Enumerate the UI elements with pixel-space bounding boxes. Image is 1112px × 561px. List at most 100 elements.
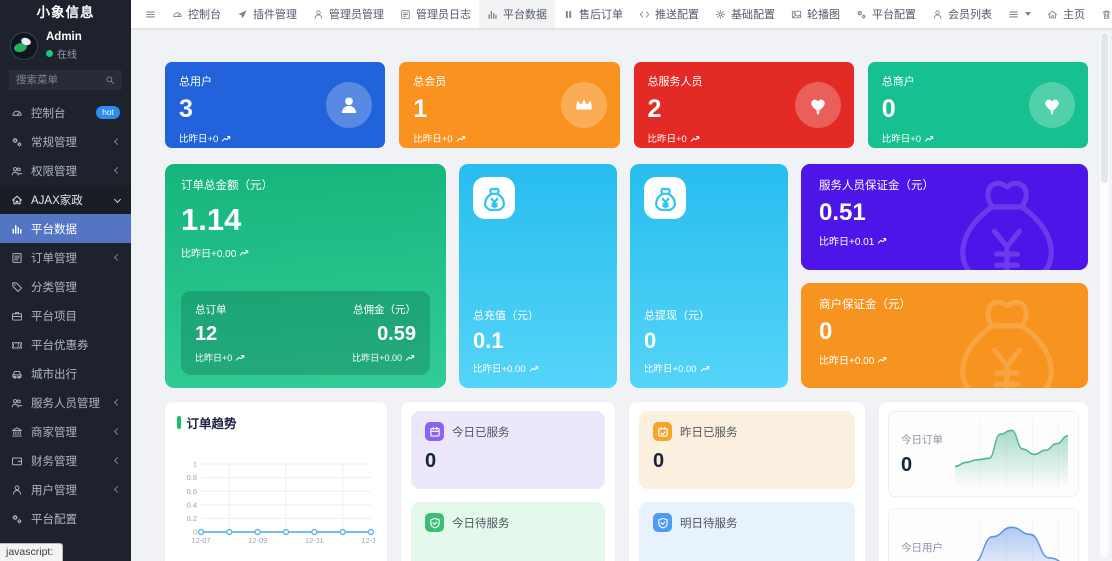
sub-label: 总佣金（元） <box>352 302 416 317</box>
nav-item-推送配置[interactable]: 推送配置 <box>631 0 707 28</box>
shield-icon <box>653 513 672 532</box>
sidebar-item-城市出行[interactable]: 城市出行 <box>0 359 131 388</box>
money-bag-icon <box>644 177 686 219</box>
sidebar-item-label: 分类管理 <box>31 279 120 295</box>
nav-more-dropdown[interactable] <box>1000 0 1039 28</box>
nav-item-管理员日志[interactable]: 管理员日志 <box>392 0 479 28</box>
nav-item-基础配置[interactable]: 基础配置 <box>707 0 783 28</box>
gauge-icon <box>172 9 183 20</box>
svg-text:12-07: 12-07 <box>191 536 210 545</box>
sidebar-item-平台数据[interactable]: 平台数据 <box>0 214 131 243</box>
today-users-panel[interactable]: 今日用户 <box>888 508 1079 561</box>
chevron-left-icon <box>114 486 121 493</box>
sidebar-item-label: 服务人员管理 <box>31 395 115 411</box>
shield-icon <box>425 513 444 532</box>
money-bag-icon <box>473 177 515 219</box>
sidebar-item-平台配置[interactable]: 平台配置 <box>0 504 131 533</box>
withdraw-card[interactable]: 总提现（元） 0 比昨日+0.00 <box>630 164 788 388</box>
stat-card-总用户[interactable]: 总用户3比昨日+0 <box>165 62 385 148</box>
menu-icon <box>1008 9 1019 20</box>
stat-card-总商户[interactable]: 总商户0比昨日+0 <box>868 62 1088 148</box>
card-trend: 比昨日+0.00 <box>181 245 236 260</box>
sidebar-item-权限管理[interactable]: 权限管理 <box>0 156 131 185</box>
users-icon <box>11 165 24 177</box>
card-label: 商户保证金（元） <box>819 296 1070 312</box>
service-panel-今日已服务[interactable]: 今日已服务0 <box>411 411 605 489</box>
nav-clear-cache[interactable]: 清除缓存 <box>1093 0 1112 28</box>
chart-title: 订单趋势 <box>187 413 237 432</box>
nav-item-label: 售后订单 <box>579 6 623 22</box>
user-profile[interactable]: Admin 在线 <box>0 26 131 68</box>
calendar-icon <box>425 422 444 441</box>
sidebar-item-服务人员管理[interactable]: 服务人员管理 <box>0 388 131 417</box>
nav-item-label: 会员列表 <box>948 6 992 22</box>
merchant-deposit-card[interactable]: 商户保证金（元） 0 比昨日+0.00 <box>801 283 1088 389</box>
service-panel-昨日已服务[interactable]: 昨日已服务0 <box>639 411 855 489</box>
trend-up-icon <box>877 355 888 364</box>
nav-item-售后订单[interactable]: 售后订单 <box>555 0 631 28</box>
gauge-icon <box>11 107 24 119</box>
nav-item-label: 插件管理 <box>253 6 297 22</box>
sidebar-item-平台项目[interactable]: 平台项目 <box>0 301 131 330</box>
service-panel-今日待服务[interactable]: 今日待服务 <box>411 502 605 561</box>
search-input[interactable] <box>16 74 105 86</box>
nav-item-平台配置[interactable]: 平台配置 <box>848 0 924 28</box>
nav-item-label: 主页 <box>1063 6 1085 22</box>
nav-item-控制台[interactable]: 控制台 <box>164 0 229 28</box>
sidebar-item-订单管理[interactable]: 订单管理 <box>0 243 131 272</box>
recharge-card[interactable]: 总充值（元） 0.1 比昨日+0.00 <box>459 164 617 388</box>
sub-value: 12 <box>195 323 246 346</box>
calcheck-icon <box>653 422 672 441</box>
sidebar-item-label: 权限管理 <box>31 163 115 179</box>
order-total-card[interactable]: 订单总金额（元） 1.14 比昨日+0.00 总订单 12 比昨日+0 总佣金（… <box>165 164 446 388</box>
sidebar-item-商家管理[interactable]: 商家管理 <box>0 417 131 446</box>
sidebar: 小象信息 Admin 在线 控制台hot常规管理权限管理AJAX家政平台数据订单… <box>0 0 131 561</box>
wallet-icon <box>11 455 24 467</box>
order-trend-card: 订单趋势 00.20.40.60.8112-0712-0912-1112-13 <box>165 402 387 561</box>
sidebar-item-label: 商家管理 <box>31 424 115 440</box>
sidebar-item-label: 用户管理 <box>31 482 115 498</box>
sidebar-item-AJAX家政[interactable]: AJAX家政 <box>0 185 131 214</box>
scrollbar[interactable] <box>1100 31 1109 558</box>
person-icon <box>326 82 372 128</box>
stat-trend: 比昨日+0 <box>882 131 921 145</box>
stat-card-总会员[interactable]: 总会员1比昨日+0 <box>399 62 619 148</box>
sidebar-item-财务管理[interactable]: 财务管理 <box>0 446 131 475</box>
trend-up-icon <box>700 364 711 373</box>
trash-icon <box>1101 9 1112 20</box>
home-icon <box>1047 9 1058 20</box>
nav-item-平台数据[interactable]: 平台数据 <box>479 0 555 28</box>
today-orders-panel[interactable]: 今日订单 0 <box>888 411 1079 497</box>
sidebar-toggle-button[interactable] <box>137 0 164 28</box>
service-label: 今日待服务 <box>452 515 510 531</box>
nav-home[interactable]: 主页 <box>1039 0 1093 28</box>
chevron-down-icon <box>114 196 121 203</box>
card-title: 订单总金额（元） <box>181 177 430 193</box>
nav-item-管理员管理[interactable]: 管理员管理 <box>305 0 392 28</box>
caret-down-icon <box>1025 12 1031 16</box>
nav-item-会员列表[interactable]: 会员列表 <box>924 0 1000 28</box>
service-panel-明日待服务[interactable]: 明日待服务 <box>639 502 855 561</box>
dashboard-content: 总用户3比昨日+0总会员1比昨日+0总服务人员2比昨日+0总商户0比昨日+0 订… <box>131 28 1112 561</box>
nav-item-轮播图[interactable]: 轮播图 <box>783 0 848 28</box>
sidebar-item-控制台[interactable]: 控制台hot <box>0 98 131 127</box>
stat-card-总服务人员[interactable]: 总服务人员2比昨日+0 <box>634 62 854 148</box>
heart-icon <box>795 82 841 128</box>
tags-icon <box>11 281 24 293</box>
sidebar-item-平台优惠券[interactable]: 平台优惠券 <box>0 330 131 359</box>
sidebar-item-常规管理[interactable]: 常规管理 <box>0 127 131 156</box>
stat-trend: 比昨日+0 <box>648 131 687 145</box>
svg-text:0.2: 0.2 <box>187 514 197 523</box>
trend-up-icon <box>877 236 888 245</box>
svg-text:0.6: 0.6 <box>187 487 197 496</box>
pause-icon <box>563 9 574 20</box>
sidebar-item-用户管理[interactable]: 用户管理 <box>0 475 131 504</box>
hot-badge: hot <box>96 106 120 120</box>
briefcase-icon <box>11 310 24 322</box>
staff-deposit-card[interactable]: 服务人员保证金（元） 0.51 比昨日+0.01 <box>801 164 1088 270</box>
sidebar-item-分类管理[interactable]: 分类管理 <box>0 272 131 301</box>
nav-item-插件管理[interactable]: 插件管理 <box>229 0 305 28</box>
card-trend: 比昨日+0.00 <box>644 361 697 375</box>
trend-up-icon <box>239 248 250 257</box>
trend-up-icon <box>529 364 540 373</box>
